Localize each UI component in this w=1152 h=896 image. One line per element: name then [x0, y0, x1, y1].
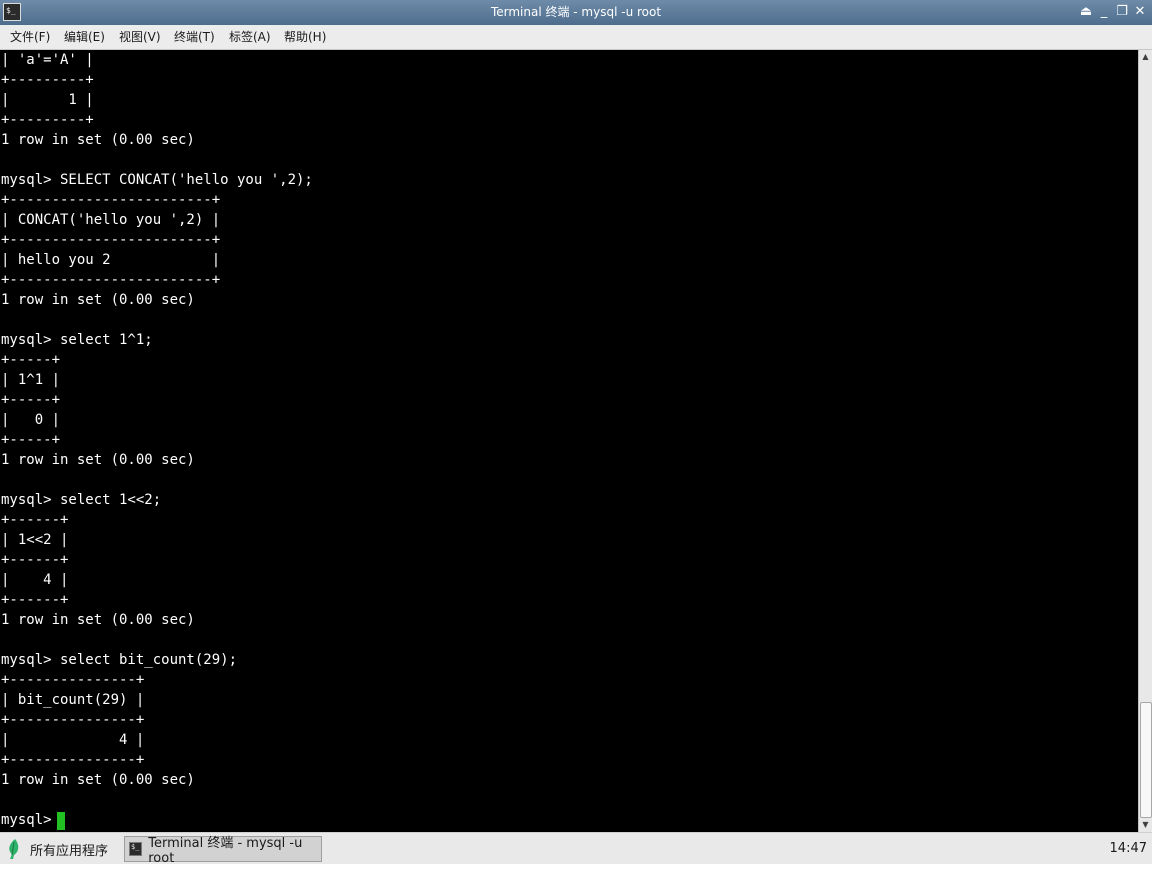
- terminal-line: 1 row in set (0.00 sec): [1, 612, 195, 628]
- applications-menu-label: 所有应用程序: [30, 843, 109, 859]
- window-titlebar[interactable]: $_ Terminal 终端 - mysql -u root ⏏ _ ❐ ✕: [0, 0, 1152, 25]
- taskbar-clock[interactable]: 14:47: [1110, 841, 1147, 857]
- scrollbar-thumb[interactable]: [1140, 702, 1152, 818]
- close-window-icon[interactable]: ✕: [1132, 3, 1148, 21]
- terminal-screen[interactable]: | 'a'='A' | +---------+ | 1 | +---------+ 1 …: [0, 50, 1138, 832]
- terminal-task-icon-glyph: $_: [131, 843, 140, 851]
- menu-tabs[interactable]: 标签(A): [229, 29, 271, 45]
- minimize-window-icon[interactable]: _: [1096, 3, 1112, 21]
- terminal-line: 1 row in set (0.00 sec): [1, 292, 195, 308]
- terminal-scrollbar[interactable]: ▲ ▼: [1138, 50, 1152, 832]
- menu-terminal[interactable]: 终端(T): [174, 29, 215, 45]
- terminal-line: mysql> select 1^1;: [1, 332, 153, 348]
- terminal-line: +-----+: [1, 392, 61, 408]
- terminal-task-icon: $_: [129, 842, 143, 856]
- terminal-line: | hello you 2 |: [1, 252, 221, 268]
- window-controls: ⏏ _ ❐ ✕: [1078, 3, 1148, 21]
- terminal-line: +-----+: [1, 432, 61, 448]
- terminal-line: +---------------+: [1, 752, 145, 768]
- window-title: Terminal 终端 - mysql -u root: [490, 5, 662, 19]
- terminal-line: +------+: [1, 592, 69, 608]
- terminal-line: | 1 |: [1, 92, 94, 108]
- terminal-line: | bit_count(29) |: [1, 692, 145, 708]
- terminal-line: | 1^1 |: [1, 372, 61, 388]
- terminal-line: | 4 |: [1, 572, 69, 588]
- terminal-line: mysql> SELECT CONCAT('hello you ',2);: [1, 172, 313, 188]
- menu-help[interactable]: 帮助(H): [284, 29, 326, 45]
- terminal-cursor: [57, 812, 65, 830]
- terminal-line: mysql> select bit_count(29);: [1, 652, 238, 668]
- taskbar-terminal-label: Terminal 终端 - mysql -u root: [148, 836, 303, 866]
- terminal-line: | 4 |: [1, 732, 145, 748]
- taskbar-terminal-button[interactable]: $_ Terminal 终端 - mysql -u root: [124, 836, 322, 866]
- terminal-line: 1 row in set (0.00 sec): [1, 452, 195, 468]
- terminal-line: mysql> select 1<<2;: [1, 492, 162, 508]
- terminal-line: +---------------+: [1, 672, 145, 688]
- terminal-line: +-----+: [1, 352, 61, 368]
- terminal-prompt: mysql>: [1, 812, 61, 828]
- terminal-line: | 0 |: [1, 412, 61, 428]
- applications-menu-button[interactable]: 所有应用程序: [6, 836, 108, 862]
- terminal-line: 1 row in set (0.00 sec): [1, 132, 195, 148]
- scroll-down-arrow-icon[interactable]: ▼: [1139, 818, 1152, 832]
- terminal-line: | CONCAT('hello you ',2) |: [1, 212, 221, 228]
- restore-window-icon[interactable]: ❐: [1114, 3, 1130, 21]
- terminal-line: +------------------------+: [1, 272, 221, 288]
- terminal-output: | 'a'='A' | +---------+ | 1 | +---------+ 1 …: [1, 50, 313, 810]
- terminal-line: +------------------------+: [1, 192, 221, 208]
- shade-window-icon[interactable]: ⏏: [1078, 3, 1094, 21]
- menu-view[interactable]: 视图(V): [119, 29, 161, 45]
- desktop-background: [0, 864, 1152, 896]
- menu-bar: 文件(F) 编辑(E) 视图(V) 终端(T) 标签(A) 帮助(H): [0, 25, 1152, 50]
- scroll-up-arrow-icon[interactable]: ▲: [1139, 50, 1152, 64]
- terminal-line: 1 row in set (0.00 sec): [1, 772, 195, 788]
- terminal-line: +---------+: [1, 112, 94, 128]
- terminal-line: | 'a'='A' |: [1, 52, 94, 68]
- terminal-line: +---------+: [1, 72, 94, 88]
- menu-file[interactable]: 文件(F): [10, 29, 50, 45]
- terminal-line: | 1<<2 |: [1, 532, 69, 548]
- terminal-line: +------+: [1, 512, 69, 528]
- leaf-icon: [9, 839, 19, 859]
- terminal-line: +------------------------+: [1, 232, 221, 248]
- taskbar: 所有应用程序 $_ Terminal 终端 - mysql -u root 14…: [0, 832, 1152, 866]
- terminal-line: +---------------+: [1, 712, 145, 728]
- menu-edit[interactable]: 编辑(E): [64, 29, 105, 45]
- terminal-line: +------+: [1, 552, 69, 568]
